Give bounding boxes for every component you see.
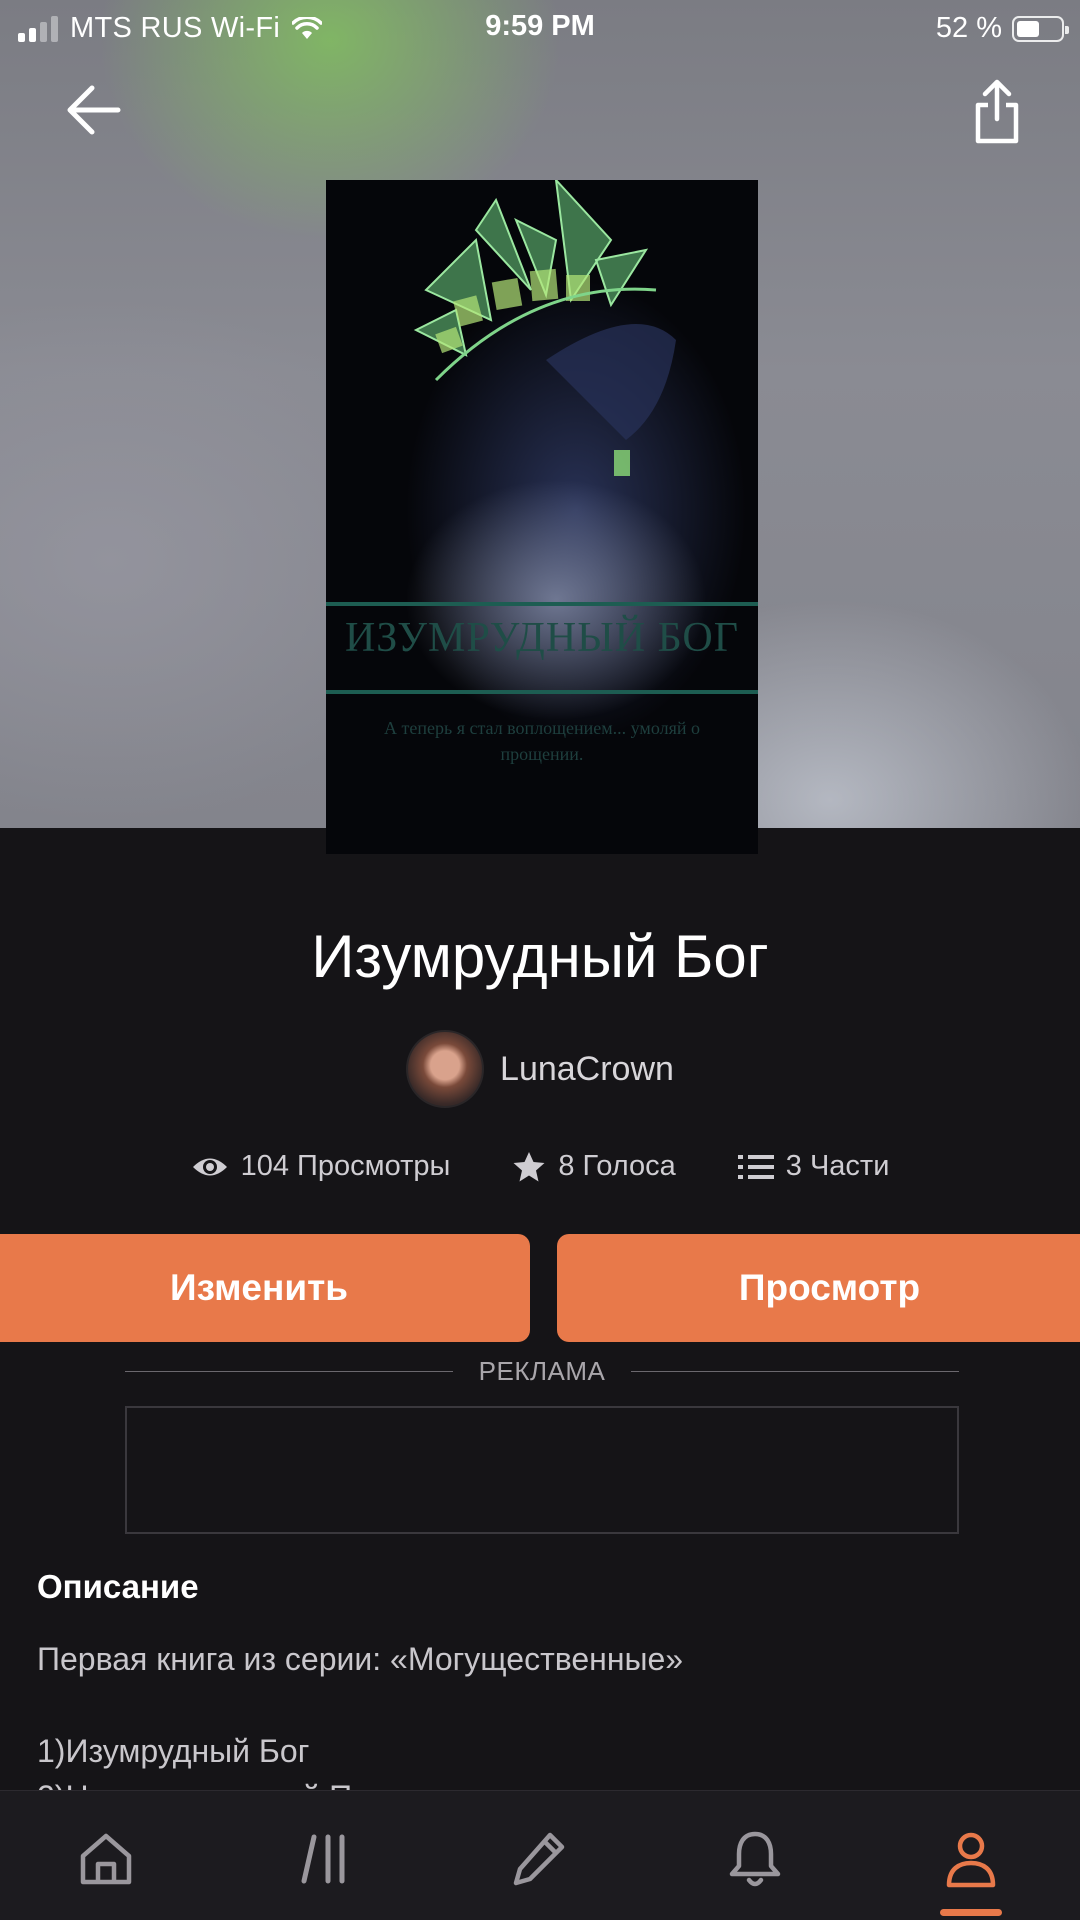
author-row[interactable]: LunaCrown (0, 1030, 1080, 1108)
description-heading: Описание (37, 1568, 199, 1605)
description-list-item: 1)Изумрудный Бог (37, 1733, 310, 1769)
stat-votes: 8 Голоса (512, 1150, 676, 1183)
tab-library[interactable] (286, 1819, 366, 1899)
stat-votes-label: 8 Голоса (558, 1150, 676, 1182)
edit-button[interactable]: Изменить (0, 1234, 530, 1342)
share-icon (975, 79, 1019, 144)
pencil-icon (513, 1832, 565, 1886)
status-bar: MTS RUS Wi-Fi 9:59 PM 52 % (0, 0, 1080, 56)
battery-icon (1012, 15, 1069, 42)
cover-divider-top (326, 602, 758, 606)
ad-label-row: РЕКЛАМА (125, 1356, 960, 1387)
active-tab-indicator (940, 1909, 1002, 1916)
battery-percent: 52 % (935, 12, 1002, 44)
ad-divider-left (125, 1371, 453, 1372)
view-button[interactable]: Просмотр (557, 1234, 1080, 1342)
ad-label: РЕКЛАМА (478, 1356, 606, 1386)
profile-icon (946, 1832, 996, 1888)
story-cover[interactable]: ИЗУМРУДНЫЙ БОГ А теперь я стал воплощени… (326, 180, 758, 854)
list-icon (737, 1154, 774, 1179)
library-icon (301, 1834, 345, 1884)
status-time: 9:59 PM (485, 10, 595, 42)
author-avatar[interactable] (406, 1030, 485, 1108)
tab-home[interactable] (66, 1819, 146, 1899)
bell-icon (729, 1831, 781, 1887)
bottom-tab-bar (0, 1790, 1080, 1920)
share-button[interactable] (962, 76, 1032, 148)
author-name[interactable]: LunaCrown (500, 1050, 674, 1089)
arrow-left-icon (67, 85, 121, 135)
tab-profile[interactable] (931, 1819, 1011, 1899)
ad-divider-right (631, 1371, 960, 1372)
stat-parts-label: 3 Части (785, 1150, 890, 1182)
home-icon (80, 1833, 132, 1885)
description-text: Первая книга из серии: «Могущественные» (37, 1641, 684, 1677)
story-stats: 104 Просмотры 8 Голоса 3 Части (0, 1150, 1080, 1183)
crown-artwork (413, 180, 676, 476)
status-right: 52 % (935, 12, 1069, 45)
stat-views-label: 104 Просмотры (240, 1150, 451, 1182)
star-icon (513, 1151, 545, 1181)
ad-banner[interactable] (125, 1406, 959, 1534)
story-title: Изумрудный Бог (311, 923, 769, 990)
back-button[interactable] (58, 78, 128, 142)
stat-parts: 3 Части (737, 1150, 890, 1183)
cover-subtitle: А теперь я стал воплощением... умоляй о … (384, 718, 700, 764)
story-details-screen: MTS RUS Wi-Fi 9:59 PM 52 % ИЗУМРУДНЫЙ БО… (0, 0, 1080, 1920)
cover-title: ИЗУМРУДНЫЙ БОГ (344, 615, 740, 661)
stat-views: 104 Просмотры (191, 1150, 451, 1183)
tab-write[interactable] (498, 1819, 578, 1899)
cover-divider-bottom (326, 690, 758, 694)
eye-icon (192, 1158, 227, 1175)
battery-level (1017, 20, 1039, 37)
tab-notifications[interactable] (715, 1819, 795, 1899)
